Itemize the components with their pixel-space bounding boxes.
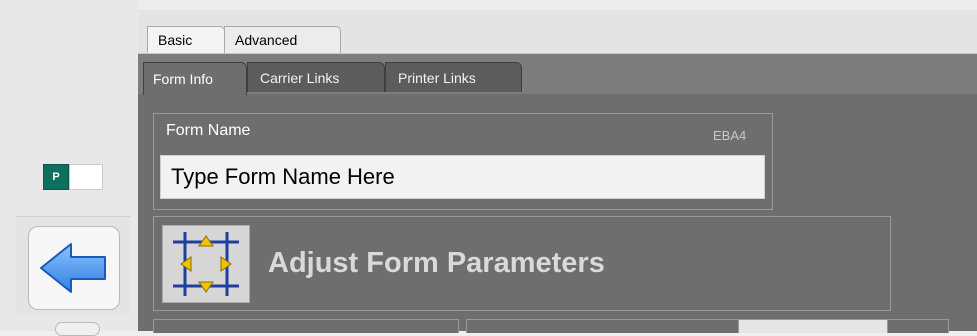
tab-advanced-label: Advanced <box>235 32 298 48</box>
tab-carrier-links-label: Carrier Links <box>260 69 340 86</box>
adjust-form-parameters-label: Adjust Form Parameters <box>268 247 605 279</box>
p-badge-label: P <box>52 171 60 183</box>
form-code: EBA4 <box>713 128 747 143</box>
tab-printer-links[interactable]: Printer Links <box>385 62 522 92</box>
tab-printer-links-label: Printer Links <box>398 69 476 86</box>
form-name-input[interactable] <box>160 155 765 199</box>
adjust-parameters-icon-svg <box>163 226 249 302</box>
tab-form-info[interactable]: Form Info <box>143 62 247 95</box>
small-button[interactable] <box>55 322 100 336</box>
tab-basic[interactable]: Basic <box>147 26 225 53</box>
adjust-parameters-icon[interactable] <box>162 225 250 303</box>
tab-carrier-links[interactable]: Carrier Links <box>247 62 385 92</box>
form-name-label: Form Name <box>166 122 251 139</box>
back-button[interactable] <box>28 226 120 310</box>
tab-basic-label: Basic <box>158 31 193 48</box>
back-arrow-icon <box>40 243 106 293</box>
top-band <box>138 0 977 10</box>
p-badge[interactable]: P <box>43 164 69 190</box>
tab-advanced[interactable]: Advanced <box>224 26 341 53</box>
p-toggle[interactable] <box>69 164 103 190</box>
tab-form-info-label: Form Info <box>153 71 213 87</box>
